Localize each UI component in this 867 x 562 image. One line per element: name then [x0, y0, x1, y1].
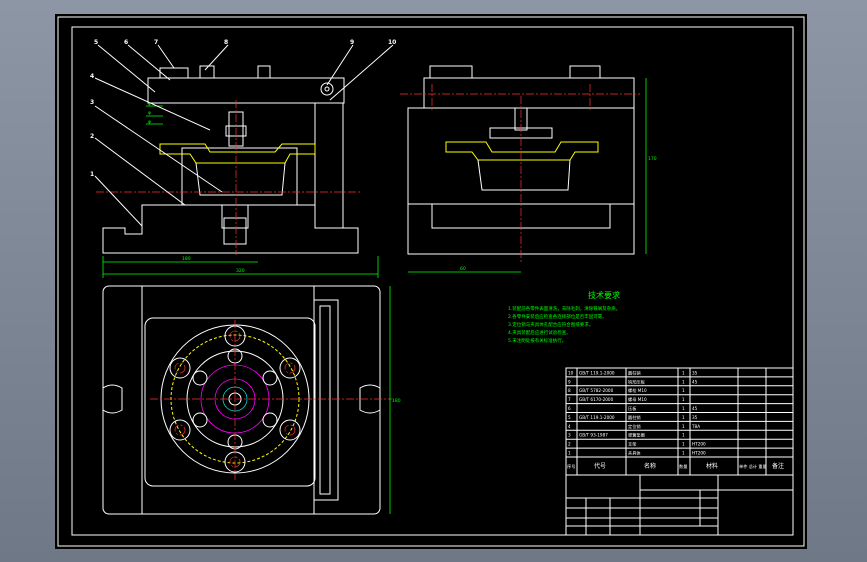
part-label-8: 8 [224, 39, 228, 46]
part-label-9: 9 [350, 39, 354, 46]
part-label-4: 4 [90, 73, 94, 80]
dim-side-width: 60 [460, 266, 466, 272]
parts-list-cell-qty: 1 [682, 379, 685, 384]
tech-line-4: 4.夹具装配后应进行试验检查。 [508, 329, 571, 336]
tech-line-2: 2.各零件安装后应检查各连接部位是否牢固可靠。 [508, 313, 607, 320]
parts-list-cell-material: T8A [691, 424, 700, 429]
tech-requirements-title: 技术要求 [588, 290, 620, 300]
header-seq: 序号 [567, 463, 575, 470]
header-material: 材料 [706, 462, 718, 470]
parts-list-cell-name: 定位销 [628, 423, 641, 430]
parts-list-cell-material: 45 [692, 379, 698, 384]
header-code: 代号 [594, 462, 606, 470]
parts-list-cell-qty: 1 [682, 442, 685, 447]
parts-list-cell-qty: 1 [682, 397, 685, 402]
parts-list-cell-seq: 9 [568, 379, 571, 384]
part-label-1: 1 [90, 171, 94, 178]
part-label-5: 5 [94, 39, 98, 46]
dim-side-height: 170 [648, 156, 657, 162]
parts-list-cell-qty: 1 [682, 451, 685, 456]
tech-line-1: 1.装配前各零件表面清洗，去除毛刺，清除铁屑及杂质。 [508, 305, 620, 312]
parts-list-cell-seq: 4 [568, 424, 571, 429]
parts-list-cell-seq: 3 [568, 433, 571, 438]
parts-list-cell-qty: 1 [682, 370, 685, 375]
parts-list-cell-name: 圆柱销 [628, 369, 641, 376]
parts-list-cell-seq: 1 [568, 451, 571, 456]
parts-list-cell-name: 压板 [628, 405, 637, 412]
parts-list-cell-code: GB/T 6170-2000 [579, 397, 614, 402]
parts-list-cell-material: 45 [692, 406, 698, 411]
parts-list-cell-material: 35 [692, 370, 698, 375]
svg-text:φ: φ [148, 111, 151, 116]
dim-front-width-a: 180 [182, 256, 191, 262]
parts-list-cell-qty: 1 [682, 406, 685, 411]
parts-list-cell-code: GB/T 119.1-2000 [579, 415, 615, 420]
parts-list-cell-qty: 1 [682, 415, 685, 420]
parts-list-cell-code: GB/T 5782-2000 [579, 388, 614, 393]
tech-line-5: 5.未注明处按有关标准执行。 [508, 337, 566, 344]
parts-list-cell-material: HT200 [692, 451, 706, 456]
parts-list-cell-seq: 8 [568, 388, 571, 393]
parts-list-cell-seq: 2 [568, 442, 571, 447]
dim-top-height: 180 [392, 398, 401, 404]
header-weight: 单件 总计 重量 [739, 463, 767, 470]
part-label-2: 2 [90, 133, 94, 140]
part-label-6: 6 [124, 39, 128, 46]
parts-list-cell-name: 圆柱销 [628, 414, 641, 421]
parts-list-cell-material: HT200 [692, 442, 706, 447]
parts-list-cell-code: GB/T 119.1-2000 [579, 370, 615, 375]
parts-list-cell-qty: 1 [682, 424, 685, 429]
parts-list-cell-name: 螺栓 M10 [628, 387, 647, 394]
parts-list-cell-seq: 7 [568, 397, 571, 402]
parts-list-cell-material: 35 [692, 415, 698, 420]
parts-list-cell-name: 夹具体 [628, 450, 641, 457]
parts-list-cell-qty: 1 [682, 433, 685, 438]
parts-list-cell-code: GB/T 93-1987 [579, 433, 608, 438]
parts-list-cell-name: 钩形压板 [628, 378, 646, 385]
parts-list-cell-seq: 6 [568, 406, 571, 411]
svg-text:φ: φ [148, 120, 151, 125]
cad-drawing-viewport[interactable]: φ φ φ 180 320 1 2 3 4 5 6 7 8 9 10 60 17… [0, 0, 867, 562]
parts-list-cell-name: 螺母 M10 [628, 396, 647, 403]
parts-list-cell-seq: 5 [568, 415, 571, 420]
part-label-7: 7 [154, 39, 158, 46]
parts-list-cell-seq: 10 [568, 370, 574, 375]
dim-front-width-b: 320 [236, 268, 245, 274]
header-qty: 数量 [679, 463, 687, 470]
part-label-10: 10 [388, 39, 396, 46]
parts-list-cell-name: 弹簧垫圈 [628, 432, 645, 439]
header-remark: 备注 [772, 462, 784, 470]
tech-line-3: 3.定位销与夹具体孔配合应符合图纸要求。 [508, 321, 593, 328]
part-label-3: 3 [90, 99, 94, 106]
header-name: 名称 [644, 462, 656, 470]
parts-list-cell-name: 支架 [628, 441, 636, 448]
parts-list-cell-qty: 1 [682, 388, 685, 393]
